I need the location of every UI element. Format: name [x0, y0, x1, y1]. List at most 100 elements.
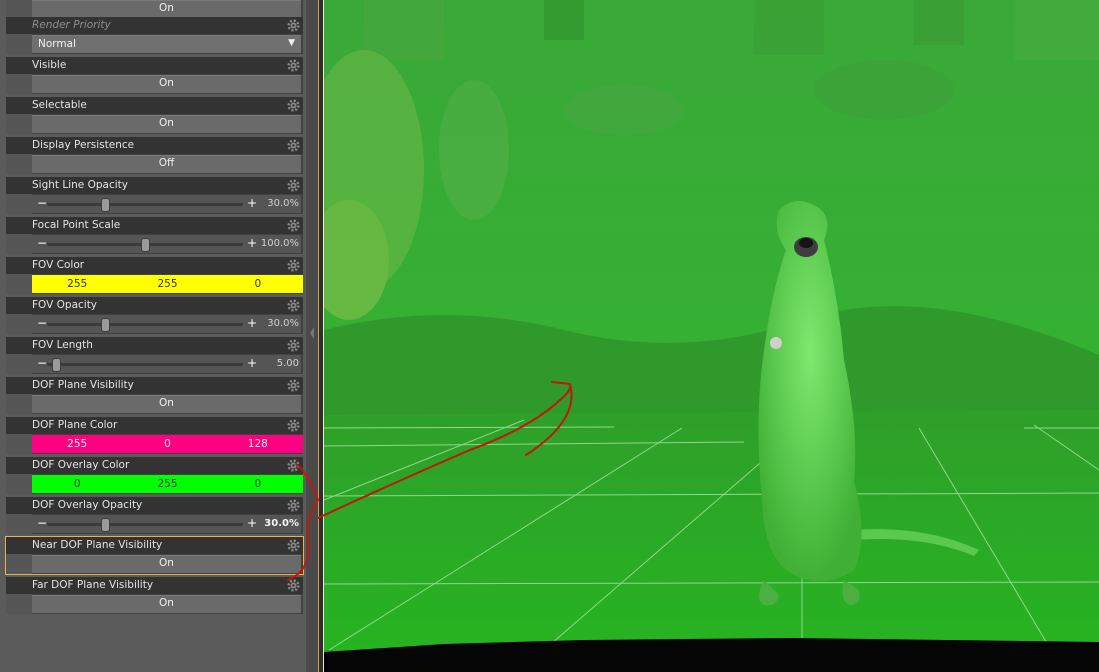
- param-nub: [6, 394, 32, 414]
- far-dof-plane-visibility-toggle[interactable]: On: [32, 595, 301, 613]
- fov-length-slider[interactable]: − + 5.00: [32, 355, 301, 373]
- color-blue-value[interactable]: 128: [213, 435, 303, 453]
- gear-icon[interactable]: [286, 538, 301, 553]
- param-header: Near DOF Plane Visibility: [6, 537, 303, 554]
- render-priority-dropdown[interactable]: Normal ▼: [32, 35, 301, 53]
- panel-splitter[interactable]: [306, 0, 318, 672]
- increment-button[interactable]: +: [247, 516, 257, 530]
- color-green-value[interactable]: 255: [122, 275, 212, 293]
- param-body: − + 100.0%: [6, 234, 303, 254]
- param-nub: [6, 74, 32, 94]
- collapse-arrow-icon[interactable]: [309, 326, 315, 340]
- visible-toggle[interactable]: On: [32, 75, 301, 93]
- param-body: − + 5.00: [6, 354, 303, 374]
- selectable-toggle[interactable]: On: [32, 115, 301, 133]
- param-header: Render Priority: [6, 17, 303, 34]
- gear-icon[interactable]: [286, 378, 301, 393]
- gear-icon[interactable]: [286, 138, 301, 153]
- dof-plane-color-field[interactable]: 255 0 128: [32, 435, 303, 453]
- color-green-value[interactable]: 0: [122, 435, 212, 453]
- slider-thumb[interactable]: [140, 238, 150, 252]
- decrement-button[interactable]: −: [37, 356, 47, 370]
- param-body: 255 0 128: [6, 434, 303, 454]
- slider-thumb[interactable]: [101, 518, 111, 532]
- sight-line-opacity-slider[interactable]: − + 30.0%: [32, 195, 301, 213]
- gear-icon[interactable]: [286, 298, 301, 313]
- toggle-value: On: [159, 597, 174, 609]
- scene-render: [324, 0, 1099, 672]
- param-header: DOF Plane Color: [6, 417, 303, 434]
- decrement-button[interactable]: −: [37, 236, 47, 250]
- param-dof-plane-color: DOF Plane Color 255 0 128: [6, 417, 303, 455]
- param-label: Far DOF Plane Visibility: [32, 579, 154, 591]
- gear-icon[interactable]: [286, 498, 301, 513]
- gear-icon[interactable]: [286, 18, 301, 33]
- slider-value[interactable]: 5.00: [277, 358, 299, 369]
- partial-toggle[interactable]: On: [32, 0, 301, 18]
- param-label: Near DOF Plane Visibility: [32, 539, 163, 551]
- param-header: DOF Plane Visibility: [6, 377, 303, 394]
- color-red-value[interactable]: 0: [32, 475, 122, 493]
- param-body: Off: [6, 154, 303, 174]
- increment-button[interactable]: +: [247, 196, 257, 210]
- param-header: Display Persistence: [6, 137, 303, 154]
- dof-overlay-color-field[interactable]: 0 255 0: [32, 475, 303, 493]
- decrement-button[interactable]: −: [37, 316, 47, 330]
- slider-value[interactable]: 30.0%: [264, 518, 299, 529]
- increment-button[interactable]: +: [247, 236, 257, 250]
- param-nub: [6, 514, 32, 534]
- dof-plane-visibility-toggle[interactable]: On: [32, 395, 301, 413]
- param-nub: [6, 274, 32, 294]
- param-label: FOV Length: [32, 339, 93, 351]
- param-header: Focal Point Scale: [6, 217, 303, 234]
- fov-opacity-slider[interactable]: − + 30.0%: [32, 315, 301, 333]
- gear-icon[interactable]: [286, 338, 301, 353]
- gear-icon[interactable]: [286, 458, 301, 473]
- slider-track[interactable]: [47, 363, 243, 366]
- near-dof-plane-visibility-toggle[interactable]: On: [32, 555, 301, 573]
- param-body: On: [6, 114, 303, 134]
- slider-track[interactable]: [47, 323, 243, 326]
- slider-track[interactable]: [47, 203, 243, 206]
- focal-point-scale-slider[interactable]: − + 100.0%: [32, 235, 301, 253]
- decrement-button[interactable]: −: [37, 516, 47, 530]
- param-label: DOF Overlay Opacity: [32, 499, 143, 511]
- param-label: DOF Plane Visibility: [32, 379, 134, 391]
- param-body: On: [6, 394, 303, 414]
- gear-icon[interactable]: [286, 98, 301, 113]
- slider-track[interactable]: [47, 523, 243, 526]
- slider-thumb[interactable]: [52, 358, 62, 372]
- param-body: − + 30.0%: [6, 314, 303, 334]
- viewport-3d[interactable]: [324, 0, 1099, 672]
- increment-button[interactable]: +: [247, 356, 257, 370]
- param-render-priority: Render Priority Normal ▼: [6, 17, 303, 55]
- slider-value[interactable]: 30.0%: [267, 318, 299, 329]
- slider-thumb[interactable]: [101, 198, 111, 212]
- display-persistence-toggle[interactable]: Off: [32, 155, 301, 173]
- param-selectable: Selectable On: [6, 97, 303, 135]
- param-nub: [6, 554, 32, 574]
- gear-icon[interactable]: [286, 58, 301, 73]
- fov-color-field[interactable]: 255 255 0: [32, 275, 303, 293]
- color-blue-value[interactable]: 0: [213, 475, 303, 493]
- dof-overlay-opacity-slider[interactable]: − + 30.0%: [32, 515, 301, 533]
- color-green-value[interactable]: 255: [122, 475, 212, 493]
- slider-thumb[interactable]: [101, 318, 111, 332]
- param-label: Visible: [32, 59, 67, 71]
- gear-icon[interactable]: [286, 178, 301, 193]
- gear-icon[interactable]: [286, 258, 301, 273]
- color-red-value[interactable]: 255: [32, 435, 122, 453]
- slider-value[interactable]: 100.0%: [261, 238, 299, 249]
- gear-icon[interactable]: [286, 418, 301, 433]
- param-label: Focal Point Scale: [32, 219, 121, 231]
- slider-value[interactable]: 30.0%: [267, 198, 299, 209]
- dropdown-value: Normal: [38, 38, 76, 50]
- param-header: Visible: [6, 57, 303, 74]
- toggle-value: On: [159, 397, 174, 409]
- color-blue-value[interactable]: 0: [213, 275, 303, 293]
- color-red-value[interactable]: 255: [32, 275, 122, 293]
- gear-icon[interactable]: [286, 578, 301, 593]
- decrement-button[interactable]: −: [37, 196, 47, 210]
- increment-button[interactable]: +: [247, 316, 257, 330]
- gear-icon[interactable]: [286, 218, 301, 233]
